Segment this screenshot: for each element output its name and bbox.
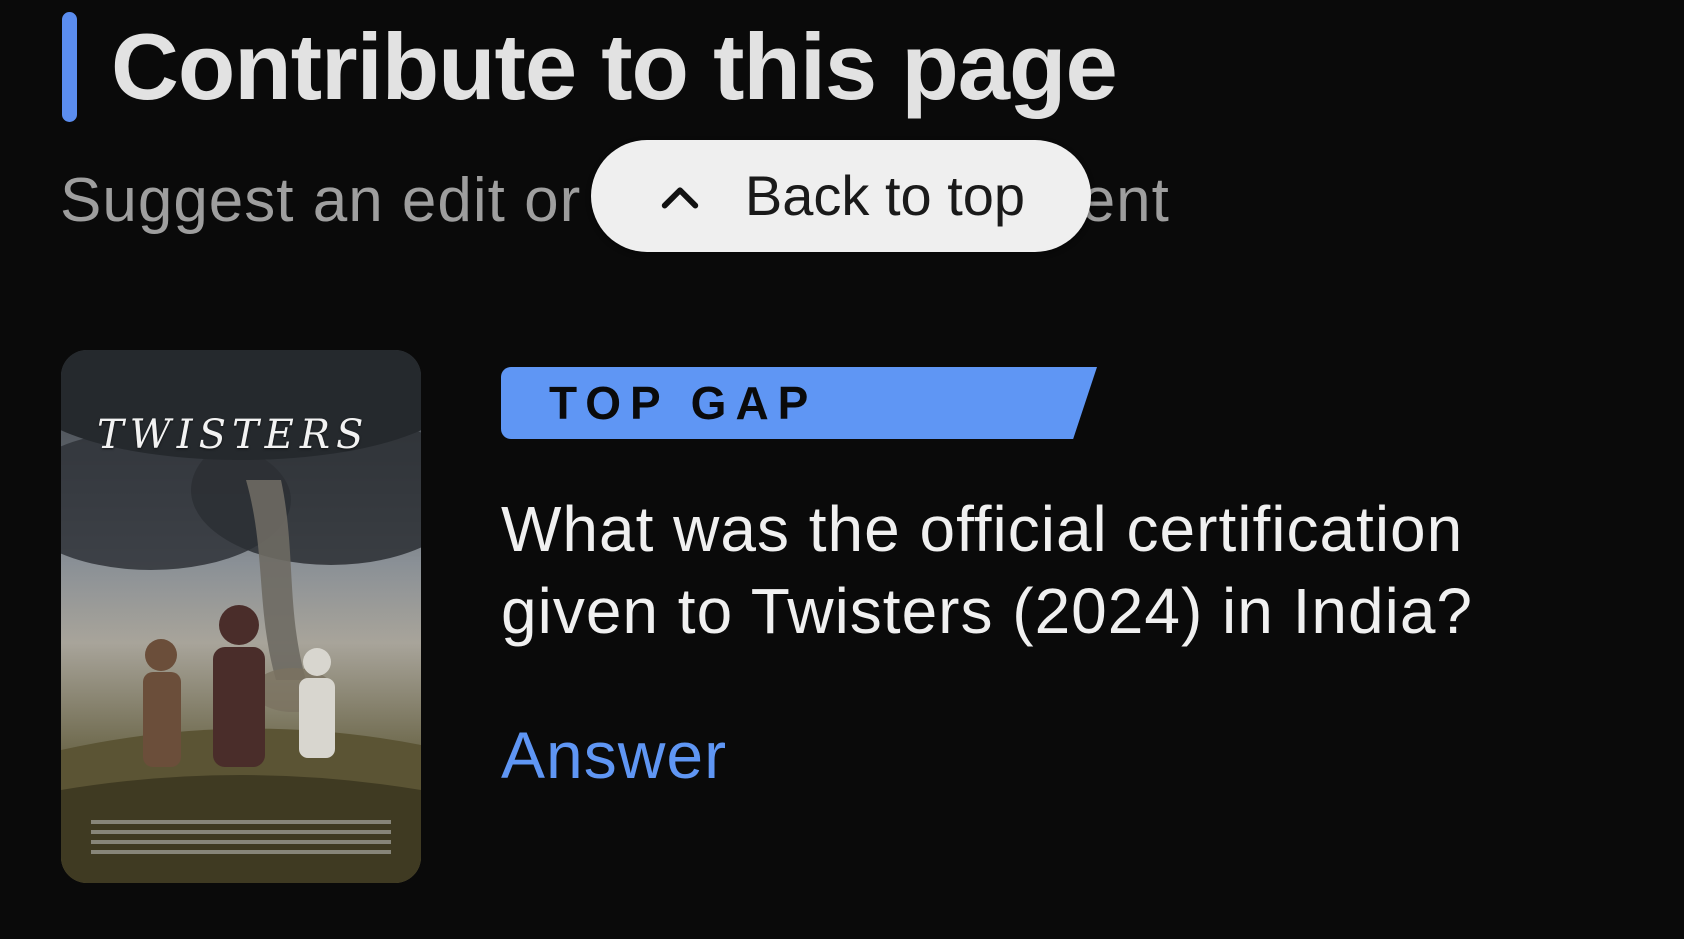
gap-question: What was the official certification give… (501, 493, 1473, 647)
section-header: Contribute to this page (62, 12, 1118, 122)
movie-poster[interactable]: TWISTERS (61, 350, 421, 883)
section-accent-bar (62, 12, 77, 122)
back-to-top-label: Back to top (744, 164, 1026, 227)
answer-link[interactable]: Answer (501, 722, 727, 788)
chevron-up-icon (661, 187, 699, 209)
poster-title: TWISTERS (97, 412, 370, 458)
top-gap-badge: TOP GAP (501, 367, 1097, 439)
back-to-top-button[interactable]: Back to top (591, 140, 1091, 252)
section-title: Contribute to this page (111, 14, 1118, 119)
badge-label: TOP GAP (549, 377, 818, 429)
